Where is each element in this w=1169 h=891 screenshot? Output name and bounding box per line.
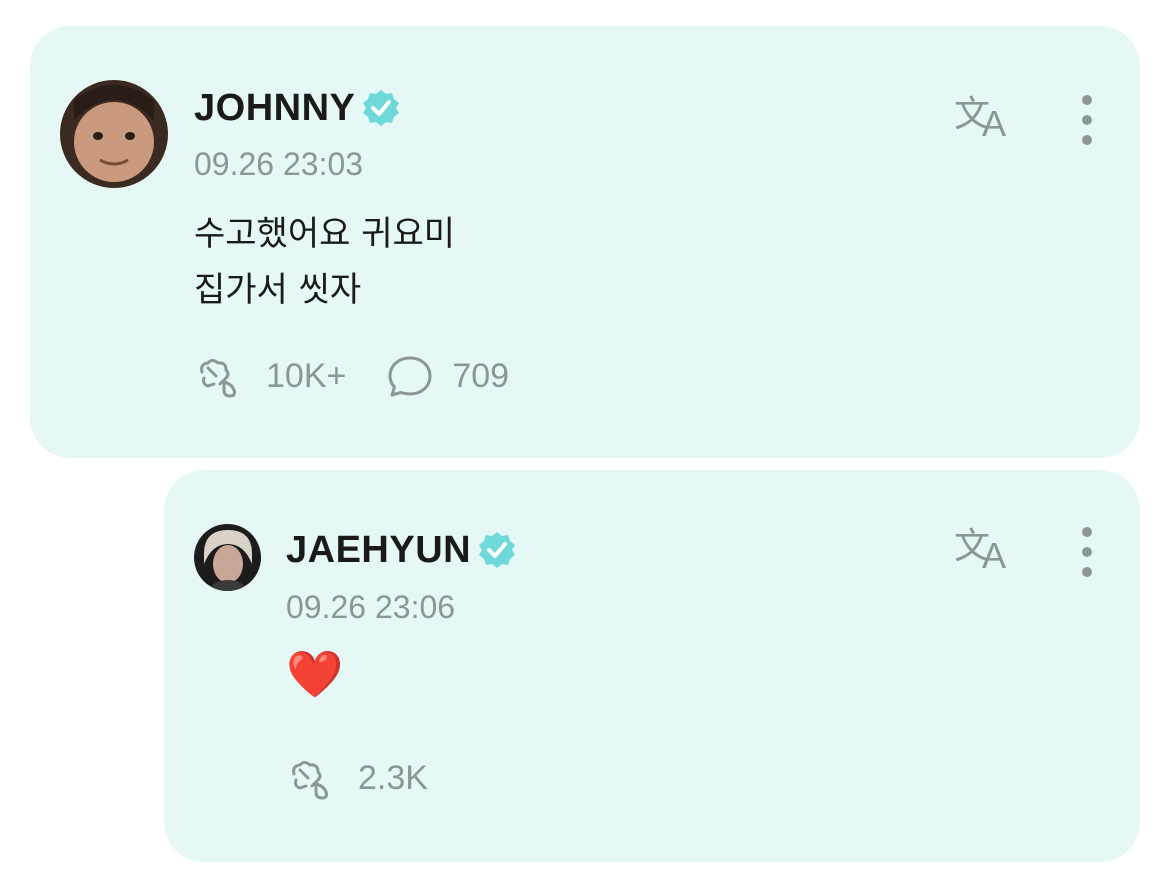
translate-icon: 文 A xyxy=(954,94,1006,140)
avatar[interactable] xyxy=(60,80,168,188)
author-name[interactable]: JAEHYUN xyxy=(286,528,471,572)
post-card[interactable]: JOHNNY 09.26 23:03 수고했어요 귀요미 집가서 씻자 10K+… xyxy=(30,26,1140,458)
author-row: JOHNNY xyxy=(194,86,401,130)
more-options-button[interactable] xyxy=(1075,524,1099,584)
reply-card[interactable]: JAEHYUN 09.26 23:06 ❤️ 2.3K 文 A xyxy=(164,470,1140,862)
more-vertical-icon xyxy=(1082,95,1092,145)
like-button[interactable]: 10K+ xyxy=(194,354,346,398)
more-options-button[interactable] xyxy=(1075,92,1099,152)
comment-count: 709 xyxy=(452,356,510,395)
comment-button[interactable]: 709 xyxy=(386,354,509,398)
heart-hand-icon xyxy=(292,761,328,800)
verified-badge-icon xyxy=(477,530,517,570)
post-body: 수고했어요 귀요미 집가서 씻자 xyxy=(194,206,455,318)
translate-icon: 文 A xyxy=(954,526,1006,572)
like-count: 2.3K xyxy=(358,758,428,797)
translate-button[interactable]: 文 A xyxy=(954,90,1018,140)
post-line-1: 수고했어요 귀요미 xyxy=(194,214,456,254)
author-name[interactable]: JOHNNY xyxy=(194,86,355,130)
post-stats: 10K+ 709 xyxy=(194,354,549,398)
timestamp: 09.26 23:03 xyxy=(194,146,364,182)
reply-content: ❤️ xyxy=(286,647,344,701)
reply-stats: 2.3K xyxy=(286,756,468,800)
timestamp: 09.26 23:06 xyxy=(286,589,456,625)
svg-text:A: A xyxy=(982,103,1006,140)
translate-button[interactable]: 文 A xyxy=(954,522,1018,572)
avatar[interactable] xyxy=(194,524,261,591)
like-button[interactable]: 2.3K xyxy=(286,756,428,800)
comment-bubble-icon xyxy=(388,356,432,397)
more-vertical-icon xyxy=(1082,527,1092,577)
post-line-2: 집가서 씻자 xyxy=(194,270,362,310)
like-count: 10K+ xyxy=(266,356,347,395)
heart-hand-icon xyxy=(200,359,236,398)
author-row: JAEHYUN xyxy=(286,528,517,572)
verified-badge-icon xyxy=(361,88,401,128)
svg-text:A: A xyxy=(982,535,1006,572)
reply-body: ❤️ xyxy=(286,646,343,702)
